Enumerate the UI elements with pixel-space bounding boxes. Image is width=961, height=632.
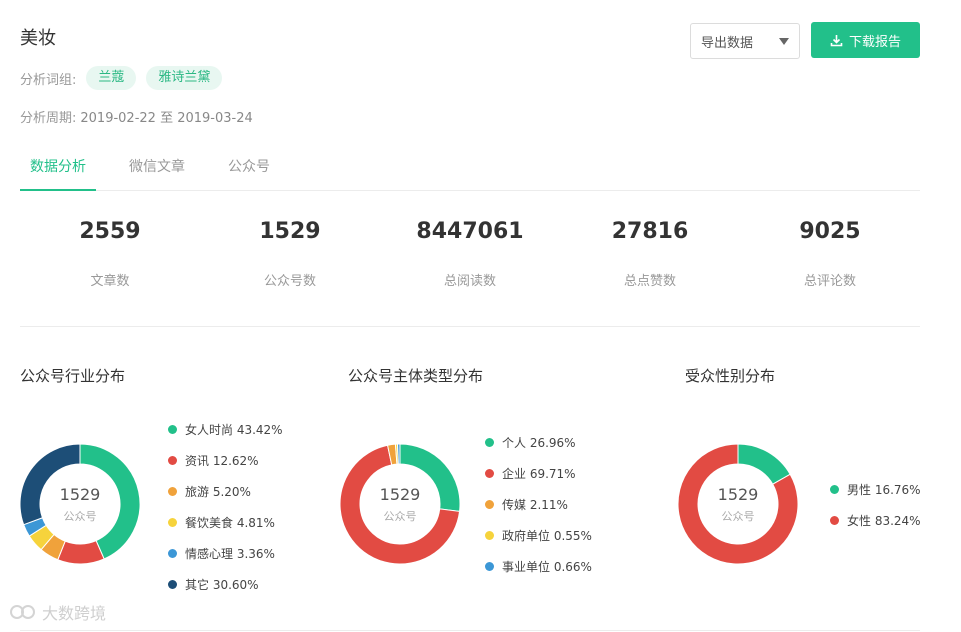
legend-label: 传媒 2.11% (502, 498, 568, 512)
stat-total-comments: 9025 总评论数 (740, 218, 920, 289)
download-report-button[interactable]: 下载报告 (811, 22, 920, 58)
legend-label: 其它 30.60% (185, 578, 259, 592)
legend-dot-icon (168, 580, 177, 589)
watermark-logo-icon (10, 605, 35, 619)
watermark-text: 大数跨境 (42, 604, 107, 623)
legend-label: 政府单位 0.55% (502, 529, 592, 543)
industry-chart-title: 公众号行业分布 (20, 367, 126, 385)
legend-label: 餐饮美食 4.81% (185, 516, 275, 530)
entity-type-chart-title: 公众号主体类型分布 (348, 367, 484, 385)
stat-label: 总评论数 (803, 274, 856, 289)
download-report-label: 下载报告 (848, 34, 901, 50)
donut-slice-0[interactable] (737, 443, 791, 485)
legend-dot-icon (168, 549, 177, 558)
stat-articles: 2559 文章数 (20, 218, 200, 289)
entity-type-donut-center: 1529 公众号 (340, 485, 460, 524)
stat-value: 27816 (611, 219, 689, 244)
watermark: 大数跨境 (8, 600, 106, 624)
center-label: 公众号 (63, 510, 97, 523)
legend-item[interactable]: 女人时尚 43.42% (168, 414, 283, 445)
legend-label: 女性 83.24% (847, 514, 921, 528)
stat-label: 文章数 (90, 274, 130, 289)
stat-label: 公众号数 (263, 274, 316, 289)
legend-item[interactable]: 资讯 12.62% (168, 445, 283, 476)
center-label: 公众号 (721, 510, 755, 523)
stat-label: 总点赞数 (623, 274, 676, 289)
legend-label: 企业 69.71% (502, 467, 576, 481)
legend-item[interactable]: 个人 26.96% (485, 427, 592, 458)
legend-dot-icon (830, 485, 839, 494)
tab-wechat-articles[interactable]: 微信文章 (119, 148, 195, 191)
legend-dot-icon (485, 562, 494, 571)
stat-total-likes: 27816 总点赞数 (560, 218, 740, 289)
gender-legend: 男性 16.76% 女性 83.24% (830, 474, 921, 536)
stat-value: 1529 (259, 219, 321, 244)
caret-down-icon (779, 37, 789, 45)
stat-value: 9025 (799, 219, 861, 244)
entity-type-legend: 个人 26.96% 企业 69.71% 传媒 2.11% 政府单位 0.55% 事业单位… (485, 427, 592, 582)
donut-slice-1[interactable] (57, 539, 105, 565)
legend-item[interactable]: 男性 16.76% (830, 474, 921, 505)
legend-item[interactable]: 餐饮美食 4.81% (168, 507, 283, 538)
center-value: 1529 (59, 485, 101, 504)
legend-dot-icon (168, 518, 177, 527)
industry-legend: 女人时尚 43.42% 资讯 12.62% 旅游 5.20% 餐饮美食 4.81% 情感… (168, 414, 283, 600)
bottom-divider (20, 630, 920, 631)
legend-item[interactable]: 传媒 2.11% (485, 489, 592, 520)
legend-label: 男性 16.76% (847, 483, 921, 497)
tab-data-analysis[interactable]: 数据分析 (20, 148, 96, 191)
legend-item[interactable]: 女性 83.24% (830, 505, 921, 536)
groups-label: 分析词组: (20, 72, 77, 88)
export-data-select[interactable]: 导出数据 (690, 23, 800, 59)
stat-total-reads: 8447061 总阅读数 (380, 218, 560, 289)
legend-label: 个人 26.96% (502, 436, 576, 450)
legend-dot-icon (168, 487, 177, 496)
stat-value: 2559 (79, 219, 141, 244)
tab-bar: 数据分析 微信文章 公众号 (20, 148, 920, 191)
legend-dot-icon (485, 531, 494, 540)
legend-item[interactable]: 情感心理 3.36% (168, 538, 283, 569)
period-value: 2019-02-22 至 2019-03-24 (80, 110, 253, 126)
legend-label: 旅游 5.20% (185, 485, 251, 499)
legend-dot-icon (485, 438, 494, 447)
download-icon (830, 34, 843, 46)
tag-estee-lauder[interactable]: 雅诗兰黛 (146, 66, 223, 90)
legend-dot-icon (485, 500, 494, 509)
gender-chart-title: 受众性别分布 (685, 367, 776, 385)
center-label: 公众号 (383, 510, 417, 523)
industry-donut-center: 1529 公众号 (20, 485, 140, 524)
tag-lancome[interactable]: 兰蔻 (86, 66, 137, 90)
legend-item[interactable]: 其它 30.60% (168, 569, 283, 600)
legend-item[interactable]: 企业 69.71% (485, 458, 592, 489)
center-value: 1529 (379, 485, 421, 504)
section-divider (20, 326, 920, 327)
export-data-label: 导出数据 (701, 35, 754, 51)
legend-dot-icon (168, 456, 177, 465)
legend-label: 资讯 12.62% (185, 454, 259, 468)
legend-label: 情感心理 3.36% (185, 547, 275, 561)
stat-value: 8447061 (416, 219, 524, 244)
donut-slice-4[interactable] (396, 443, 401, 465)
period-label: 分析周期: (20, 110, 77, 126)
stat-label: 总阅读数 (443, 274, 496, 289)
stats-summary: 2559 文章数 1529 公众号数 8447061 总阅读数 27816 总点… (20, 218, 920, 289)
legend-item[interactable]: 事业单位 0.66% (485, 551, 592, 582)
analysis-groups: 分析词组: 兰蔻 雅诗兰黛 (20, 66, 223, 90)
stat-accounts: 1529 公众号数 (200, 218, 380, 289)
legend-label: 事业单位 0.66% (502, 560, 592, 574)
legend-item[interactable]: 旅游 5.20% (168, 476, 283, 507)
gender-donut-center: 1529 公众号 (678, 485, 798, 524)
legend-item[interactable]: 政府单位 0.55% (485, 520, 592, 551)
center-value: 1529 (717, 485, 759, 504)
legend-dot-icon (830, 516, 839, 525)
tab-official-accounts[interactable]: 公众号 (218, 148, 280, 191)
legend-dot-icon (168, 425, 177, 434)
analysis-period: 分析周期: 2019-02-22 至 2019-03-24 (20, 106, 253, 126)
legend-label: 女人时尚 43.42% (185, 423, 283, 437)
legend-dot-icon (485, 469, 494, 478)
page-title: 美妆 (20, 28, 56, 49)
